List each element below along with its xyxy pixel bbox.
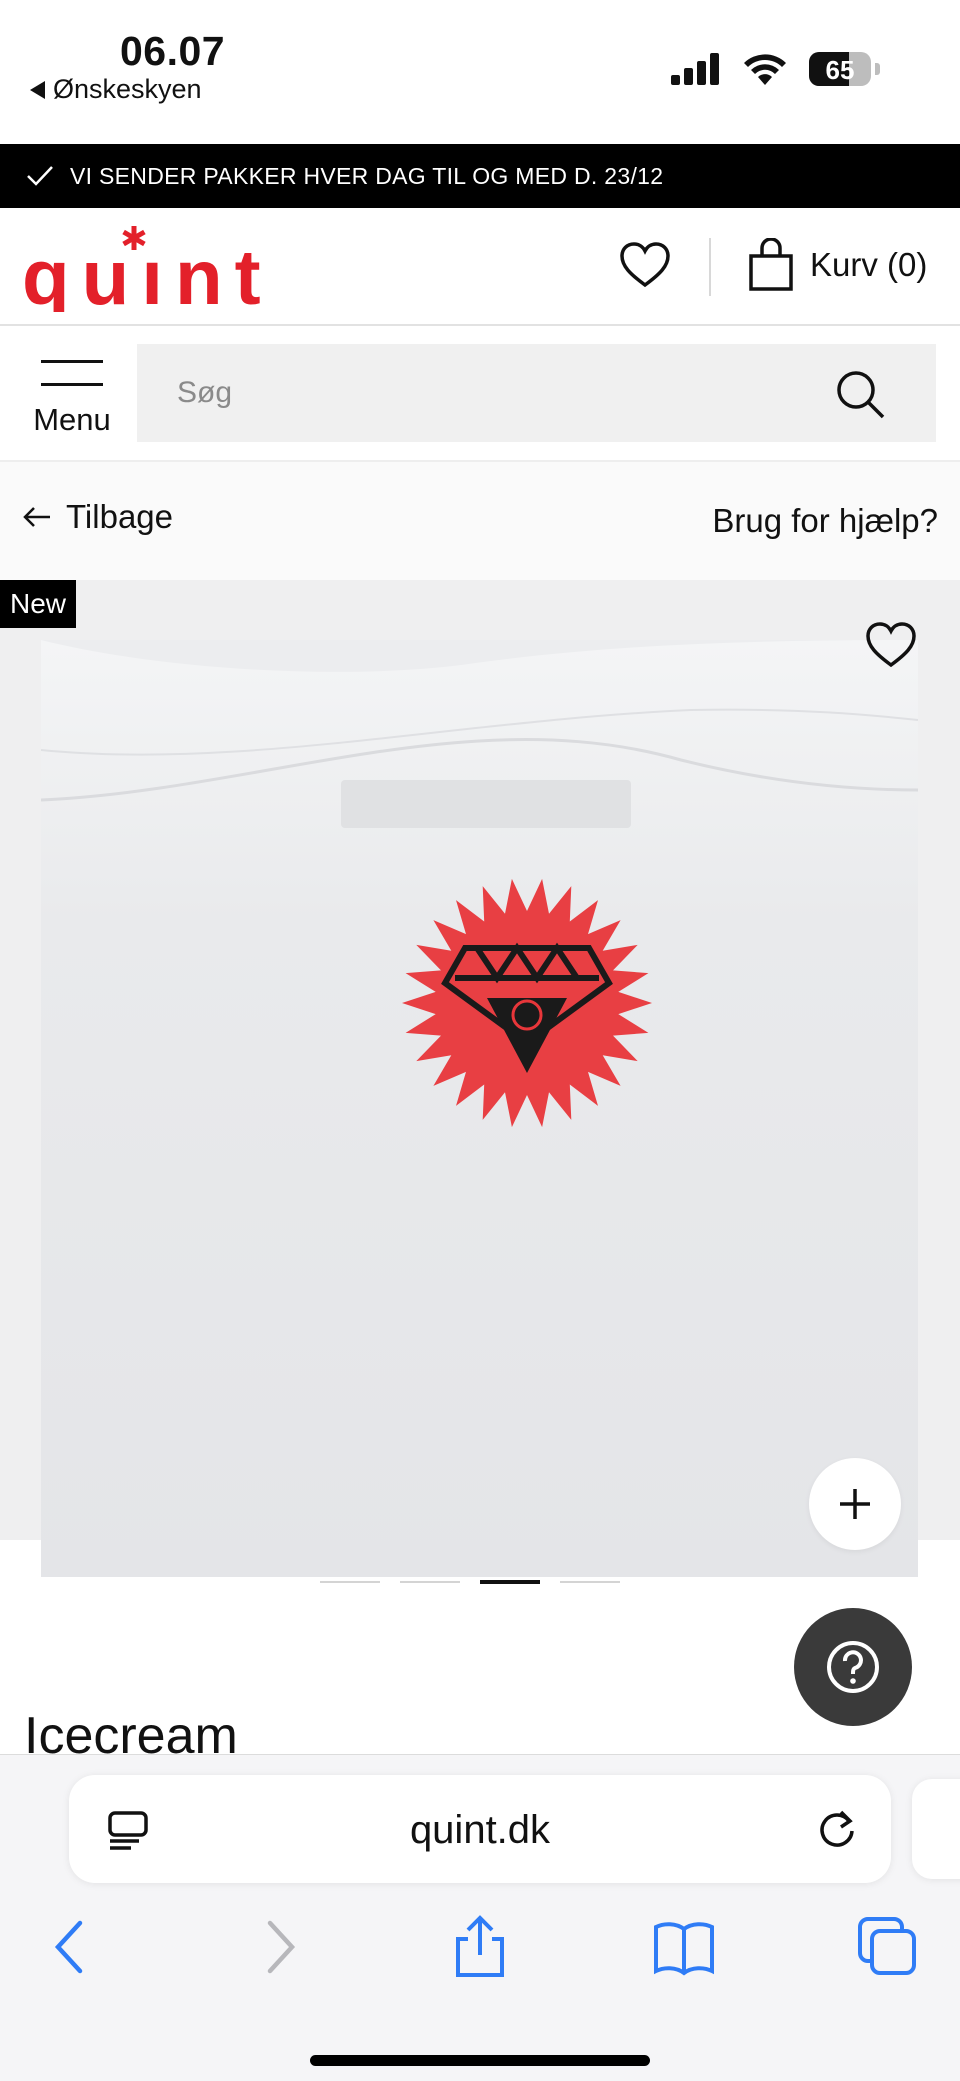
quint-logo[interactable]: quınt [22,222,262,312]
home-indicator [310,2055,650,2066]
browser-bottom-bar: quint.dk [0,1754,960,2081]
gallery-dot[interactable] [400,1581,460,1583]
back-app-label: Ønskeskyen [53,74,202,104]
help-link[interactable]: Brug for hjælp? [712,502,938,540]
search-input[interactable] [177,376,777,410]
gallery-dot[interactable] [560,1581,620,1583]
battery-icon: 65 [809,52,871,86]
back-triangle-icon [30,80,45,99]
plus-icon [840,1489,870,1519]
browser-forward-icon[interactable] [246,1915,310,1979]
tabs-icon[interactable] [856,1915,920,1979]
battery-level: 65 [825,55,855,85]
back-link[interactable]: Tilbage [22,498,173,536]
zoom-button[interactable] [809,1458,901,1550]
share-icon[interactable] [448,1915,512,1979]
browser-back-icon[interactable] [40,1915,104,1979]
cellular-signal-icon [671,53,719,85]
search-icon[interactable] [834,368,886,420]
search-row: Menu [0,326,960,462]
bookmarks-icon[interactable] [652,1915,716,1979]
cart-label: Kurv (0) [810,246,928,283]
status-time: 06.07 [120,28,226,74]
menu-button[interactable]: Menu [22,360,122,438]
product-image [41,640,918,1577]
question-mark-icon [827,1641,879,1693]
promo-text: VI SENDER PAKKER HVER DAG TIL OG MED D. … [70,162,664,189]
new-badge: New [0,580,77,628]
wifi-icon [744,54,786,85]
wishlist-heart-icon[interactable] [864,620,918,670]
status-icons: 65 [671,52,880,86]
battery-cap [875,63,880,75]
url-text: quint.dk [409,1808,551,1852]
arrow-left-icon [23,507,50,527]
gallery-pagination [320,1580,620,1584]
status-bar: 06.07 Ønskeskyen 65 [0,0,960,144]
help-chat-button[interactable] [794,1608,912,1726]
back-to-app-button[interactable]: Ønskeskyen [30,74,202,105]
checkmark-icon [27,166,53,186]
site-header: quınt Kurv (0) [0,208,960,326]
reload-icon[interactable] [815,1807,859,1851]
promo-banner: VI SENDER PAKKER HVER DAG TIL OG MED D. … [0,144,960,208]
gallery-dot[interactable] [480,1580,540,1584]
cart-button[interactable]: Kurv (0) [748,238,927,292]
address-bar[interactable]: quint.dk [69,1775,891,1883]
back-label: Tilbage [66,498,174,535]
product-gallery[interactable]: New [0,580,960,1577]
header-divider [709,238,711,296]
next-tab-preview[interactable] [912,1779,960,1879]
gallery-dot[interactable] [320,1581,380,1583]
shopping-bag-icon [749,238,793,291]
hamburger-icon [22,360,122,386]
product-nav-row: Tilbage Brug for hjælp? [0,462,960,580]
favorites-heart-icon[interactable] [618,238,672,292]
search-bar[interactable] [137,344,936,442]
menu-label: Menu [33,402,111,437]
